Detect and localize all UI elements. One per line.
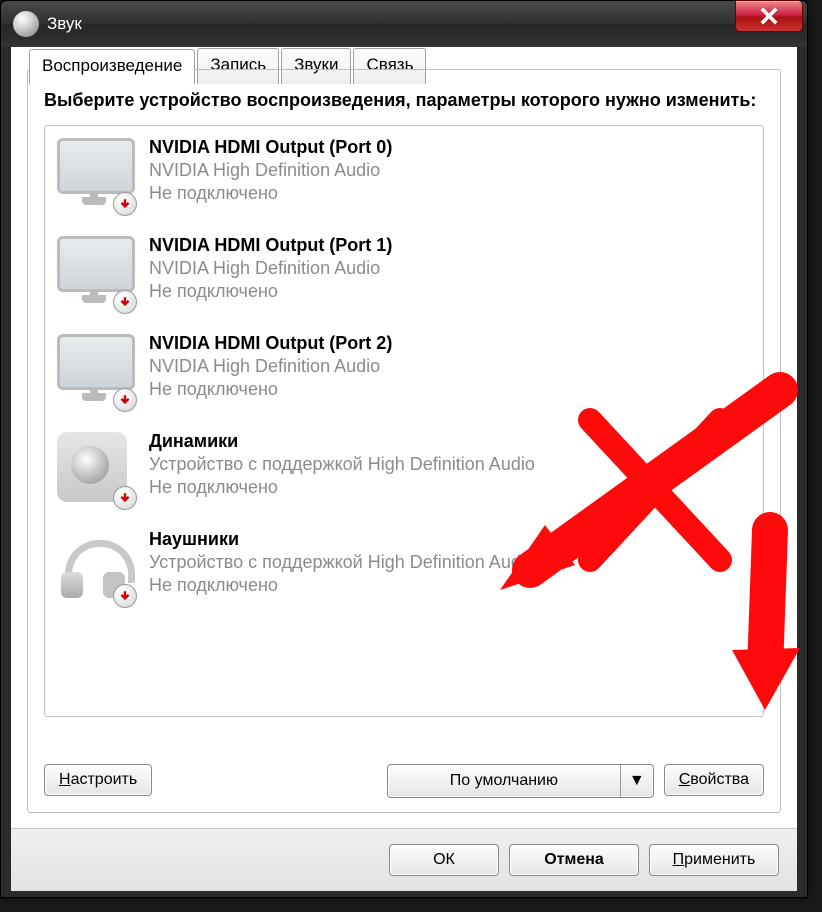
configure-button[interactable]: Настроить	[44, 764, 152, 796]
device-driver: NVIDIA High Definition Audio	[149, 257, 392, 280]
device-row[interactable]: NVIDIA HDMI Output (Port 0) NVIDIA High …	[45, 126, 763, 224]
close-button[interactable]	[735, 0, 803, 32]
ok-button[interactable]: ОК	[389, 844, 499, 876]
device-driver: NVIDIA High Definition Audio	[149, 355, 392, 378]
apply-button[interactable]: Применить	[649, 844, 779, 876]
instruction-text: Выберите устройство воспроизведения, пар…	[44, 90, 764, 111]
device-driver: NVIDIA High Definition Audio	[149, 159, 392, 182]
device-row[interactable]: Динамики Устройство с поддержкой High De…	[45, 420, 763, 518]
device-status: Не подключено	[149, 574, 535, 597]
unplugged-badge-icon	[113, 584, 137, 608]
sound-dialog: Звук Воспроизведение Запись Звуки Связь …	[0, 0, 808, 898]
speaker-icon	[57, 430, 135, 508]
tab-playback[interactable]: Воспроизведение	[29, 49, 195, 85]
set-default-button[interactable]: По умолчанию ▼	[387, 764, 654, 798]
unplugged-badge-icon	[113, 486, 137, 510]
device-row[interactable]: Наушники Устройство с поддержкой High De…	[45, 518, 763, 616]
device-name: Динамики	[149, 430, 535, 453]
unplugged-badge-icon	[113, 388, 137, 412]
title-bar[interactable]: Звук	[1, 1, 807, 47]
monitor-icon	[57, 332, 135, 410]
close-icon	[760, 7, 778, 25]
device-driver: Устройство с поддержкой High Definition …	[149, 453, 535, 476]
device-status: Не подключено	[149, 182, 392, 205]
device-row[interactable]: NVIDIA HDMI Output (Port 2) NVIDIA High …	[45, 322, 763, 420]
properties-button[interactable]: Свойства	[664, 764, 764, 796]
device-name: NVIDIA HDMI Output (Port 2)	[149, 332, 392, 355]
headphones-icon	[57, 528, 135, 606]
device-name: NVIDIA HDMI Output (Port 0)	[149, 136, 392, 159]
chevron-down-icon[interactable]: ▼	[620, 765, 653, 797]
system-icon	[13, 11, 39, 37]
tab-content: Выберите устройство воспроизведения, пар…	[27, 69, 781, 813]
cancel-button[interactable]: Отмена	[509, 844, 639, 876]
device-list[interactable]: NVIDIA HDMI Output (Port 0) NVIDIA High …	[44, 125, 764, 717]
device-row[interactable]: NVIDIA HDMI Output (Port 1) NVIDIA High …	[45, 224, 763, 322]
device-status: Не подключено	[149, 280, 392, 303]
monitor-icon	[57, 136, 135, 214]
device-name: NVIDIA HDMI Output (Port 1)	[149, 234, 392, 257]
unplugged-badge-icon	[113, 290, 137, 314]
device-driver: Устройство с поддержкой High Definition …	[149, 551, 535, 574]
window-title: Звук	[47, 14, 82, 34]
dialog-button-bar: ОК Отмена Применить	[11, 828, 797, 891]
unplugged-badge-icon	[113, 192, 137, 216]
monitor-icon	[57, 234, 135, 312]
device-status: Не подключено	[149, 378, 392, 401]
device-status: Не подключено	[149, 476, 535, 499]
device-name: Наушники	[149, 528, 535, 551]
